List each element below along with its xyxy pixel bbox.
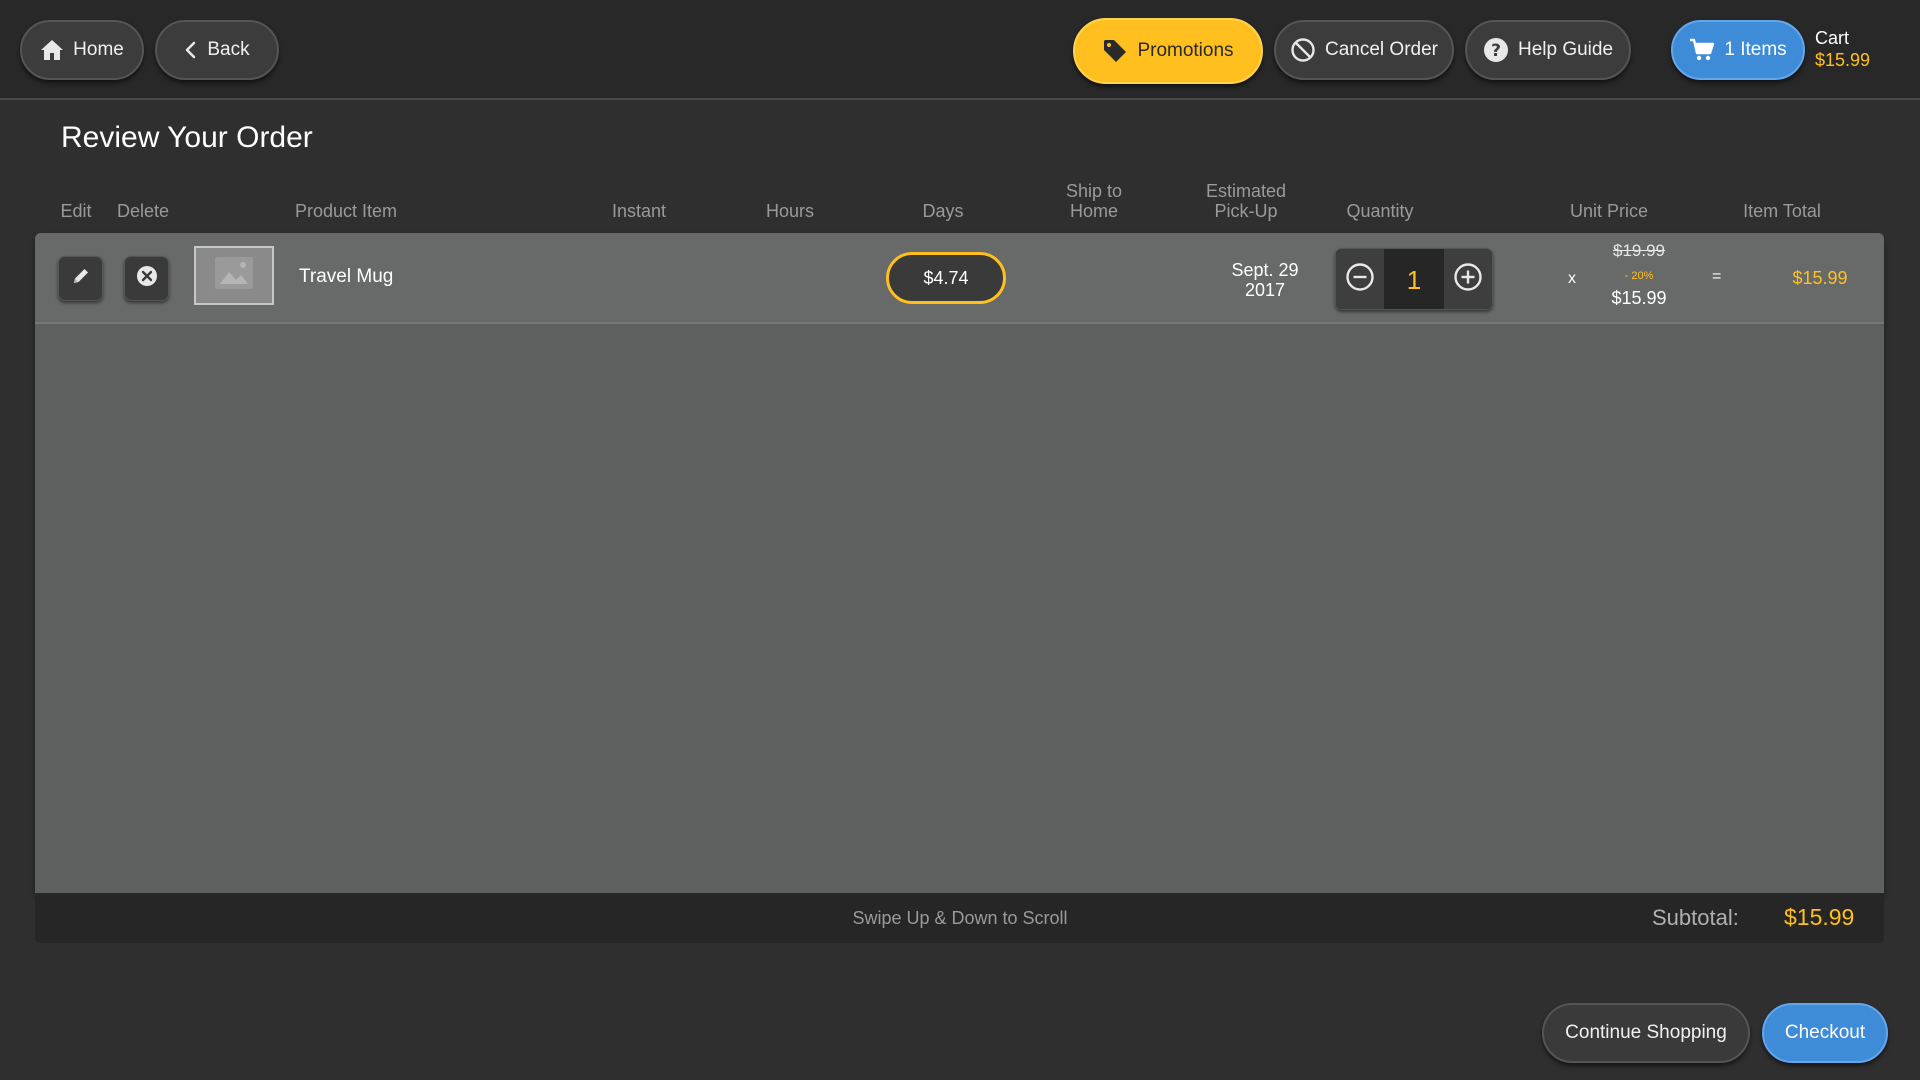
pencil-icon [71, 266, 91, 291]
quantity-increase-button[interactable] [1444, 249, 1492, 309]
column-header-estimated-pickup: Estimated Pick-Up [1186, 181, 1306, 221]
table-row: Travel Mug $4.74 Sept. 29 2017 1 x $19.9… [35, 233, 1884, 324]
days-price-option[interactable]: $4.74 [886, 252, 1006, 304]
chevron-left-icon [184, 41, 198, 59]
home-icon [40, 39, 64, 61]
promotions-button[interactable]: Promotions [1073, 18, 1263, 84]
back-button[interactable]: Back [155, 20, 279, 80]
product-name: Travel Mug [299, 266, 394, 287]
column-header-pickup-line2: Pick-Up [1214, 201, 1278, 221]
cancel-icon [1290, 37, 1316, 63]
column-header-quantity: Quantity [1346, 201, 1414, 221]
close-circle-icon [136, 265, 158, 292]
help-icon: ? [1483, 37, 1509, 63]
quantity-stepper: 1 [1335, 248, 1493, 310]
column-header-edit: Edit [60, 201, 92, 221]
order-table[interactable]: Travel Mug $4.74 Sept. 29 2017 1 x $19.9… [35, 233, 1884, 893]
plus-circle-icon [1453, 262, 1483, 297]
cart-icon [1689, 38, 1715, 62]
home-label: Home [73, 39, 124, 60]
column-header-ship-line2: Home [1069, 201, 1118, 221]
continue-shopping-button[interactable]: Continue Shopping [1542, 1003, 1750, 1063]
column-header-ship-to-home: Ship to Home [1044, 181, 1144, 221]
unit-price: $15.99 [1611, 288, 1667, 308]
column-header-unit-price: Unit Price [1569, 201, 1649, 221]
help-guide-button[interactable]: ? Help Guide [1465, 20, 1631, 80]
edit-button[interactable] [58, 256, 103, 301]
help-guide-label: Help Guide [1517, 39, 1614, 60]
image-placeholder-icon [214, 256, 254, 295]
column-header-hours: Hours [765, 201, 814, 221]
cart-button[interactable]: 1 Items [1671, 20, 1805, 80]
svg-text:?: ? [1491, 41, 1501, 61]
column-header-ship-line1: Ship to [1065, 181, 1123, 201]
quantity-value: 1 [1406, 265, 1422, 295]
cart-items-label: 1 Items [1724, 39, 1787, 60]
column-header-product: Product Item [294, 201, 398, 221]
column-header-pickup-line1: Estimated [1205, 181, 1287, 201]
column-header-delete: Delete [116, 201, 170, 221]
cancel-order-label: Cancel Order [1325, 39, 1438, 60]
tag-icon [1102, 38, 1128, 64]
delete-button[interactable] [124, 256, 169, 301]
column-header-days: Days [922, 201, 964, 221]
home-button[interactable]: Home [20, 20, 144, 80]
column-header-instant: Instant [611, 201, 667, 221]
subtotal-value: $15.99 [1784, 904, 1855, 930]
product-thumbnail [194, 246, 274, 305]
multiply-sign: x [1568, 270, 1576, 287]
minus-circle-icon [1345, 262, 1375, 297]
item-total: $15.99 [1792, 268, 1848, 288]
scroll-hint: Swipe Up & Down to Scroll [852, 908, 1068, 928]
pickup-date-line1: Sept. 29 [1231, 260, 1299, 280]
top-bar: Home Back Promotions Cancel Order ? Help… [0, 0, 1920, 100]
checkout-button[interactable]: Checkout [1762, 1003, 1888, 1063]
promotions-label: Promotions [1137, 40, 1234, 61]
cancel-order-button[interactable]: Cancel Order [1274, 20, 1454, 80]
unit-discount: - 20% [1624, 270, 1654, 282]
estimated-pickup-date: Sept. 29 2017 [1195, 260, 1335, 300]
table-footer: Swipe Up & Down to Scroll Subtotal: $15.… [35, 893, 1884, 943]
quantity-decrease-button[interactable] [1336, 249, 1384, 309]
cart-label: Cart [1815, 28, 1850, 48]
subtotal-label: Subtotal: [1652, 905, 1739, 930]
cart-total: $15.99 [1815, 50, 1871, 70]
equals-sign: = [1712, 268, 1722, 285]
column-header-item-total: Item Total [1743, 201, 1821, 221]
page-title: Review Your Order [61, 121, 313, 154]
back-label: Back [207, 39, 250, 60]
pickup-date-line2: 2017 [1244, 280, 1286, 300]
unit-original-price: $19.99 [1613, 241, 1665, 260]
